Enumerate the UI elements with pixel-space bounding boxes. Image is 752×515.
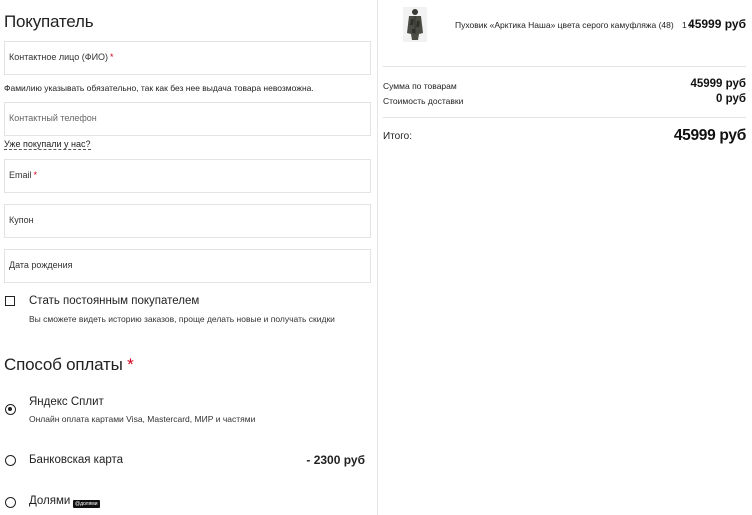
payment-radio-dolyami[interactable] bbox=[5, 497, 16, 508]
divider bbox=[383, 66, 746, 67]
buyer-form-column: Покупатель Контактное лицо (ФИО) * Фамили… bbox=[0, 0, 378, 515]
cart-item-name[interactable]: Пуховик «Арктика Наша» цвета серого каму… bbox=[455, 20, 674, 30]
regular-customer-title[interactable]: Стать постоянным покупателем bbox=[29, 295, 199, 307]
payment-method-title[interactable]: Яндекс Сплит bbox=[29, 396, 104, 408]
divider bbox=[383, 117, 746, 118]
cart-item-price: 45999 руб bbox=[688, 17, 746, 31]
email-label: Email * bbox=[9, 170, 38, 180]
buyer-section-title: Покупатель bbox=[4, 12, 94, 31]
phone-placeholder: Контактный телефон bbox=[9, 113, 97, 123]
payment-radio-yandex-split[interactable] bbox=[5, 404, 16, 415]
phone-field[interactable]: Контактный телефон bbox=[4, 102, 371, 136]
payment-method-title[interactable]: Банковская карта bbox=[29, 454, 123, 466]
dolyami-badge: @долями bbox=[73, 500, 100, 508]
delivery-cost-value: 0 руб bbox=[716, 93, 746, 105]
email-field[interactable]: Email * bbox=[4, 159, 371, 193]
contact-person-field[interactable]: Контактное лицо (ФИО) * bbox=[4, 41, 371, 75]
total-label: Итого: bbox=[383, 131, 412, 142]
required-mark: * bbox=[127, 355, 134, 374]
regular-customer-checkbox[interactable] bbox=[5, 296, 15, 306]
goods-sum-value: 45999 руб bbox=[690, 78, 746, 90]
regular-customer-subtitle: Вы сможете видеть историю заказов, проще… bbox=[29, 314, 335, 324]
payment-section-title: Способ оплаты * bbox=[4, 355, 134, 374]
payment-method-price: - 2300 руб bbox=[306, 453, 365, 467]
contact-person-hint: Фамилию указывать обязательно, так как б… bbox=[4, 83, 314, 93]
jacket-thumbnail-icon[interactable] bbox=[403, 7, 427, 42]
delivery-cost-label: Стоимость доставки bbox=[383, 96, 464, 106]
contact-person-label: Контактное лицо (ФИО) * bbox=[9, 52, 114, 62]
required-mark: * bbox=[110, 52, 114, 62]
goods-sum-label: Сумма по товарам bbox=[383, 81, 457, 91]
coupon-label: Купон bbox=[9, 215, 34, 225]
birthdate-field[interactable]: Дата рождения bbox=[4, 249, 371, 283]
required-mark: * bbox=[33, 170, 38, 180]
payment-radio-bank-card[interactable] bbox=[5, 455, 16, 466]
coupon-field[interactable]: Купон bbox=[4, 204, 371, 238]
birthdate-label: Дата рождения bbox=[9, 260, 73, 270]
payment-method-title[interactable]: Долями bbox=[29, 495, 70, 507]
bought-before-link[interactable]: Уже покупали у нас? bbox=[4, 139, 91, 150]
order-summary-column: Пуховик «Арктика Наша» цвета серого каму… bbox=[378, 0, 752, 515]
total-value: 45999 руб bbox=[673, 127, 746, 144]
payment-method-subtitle: Онлайн оплата картами Visa, Mastercard, … bbox=[29, 414, 256, 424]
